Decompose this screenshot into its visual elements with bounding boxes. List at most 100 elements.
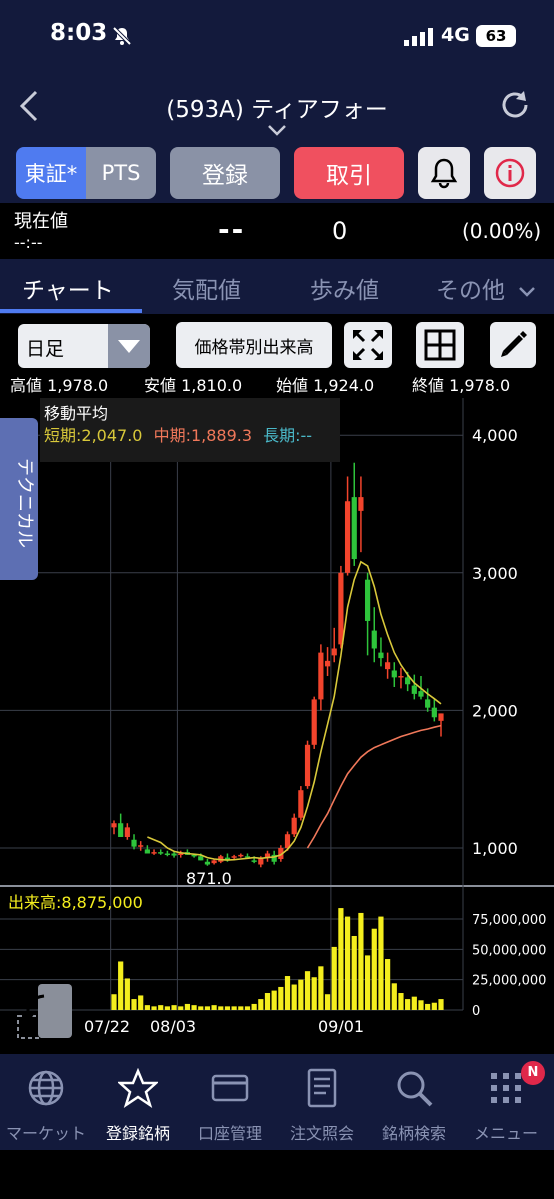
volume-bar (258, 999, 264, 1010)
nav-market[interactable]: マーケット (0, 1054, 92, 1150)
candle-body (324, 660, 331, 667)
card-icon (211, 1074, 249, 1102)
tab-chart[interactable]: チャート (22, 271, 114, 305)
candle-body (238, 854, 244, 857)
volume-bar (318, 966, 324, 1010)
volume-bar (371, 928, 377, 1010)
alert-button[interactable] (418, 147, 470, 199)
fullscreen-button[interactable] (344, 322, 392, 368)
volume-tick-label: 50,000,000 (472, 943, 546, 958)
tab-bar: チャート 気配値 歩み値 その他 (0, 259, 554, 314)
volume-bar (271, 990, 277, 1010)
volume-bar (198, 1006, 204, 1010)
volume-bar (284, 976, 291, 1010)
candle-body (138, 845, 144, 847)
candle-body (331, 648, 337, 656)
low-value: 安値 1,810.0 (144, 376, 243, 395)
volume-tick-label: 0 (472, 1004, 480, 1019)
candle-body (411, 685, 417, 694)
info-icon (495, 158, 525, 188)
volume-bar (364, 955, 371, 1010)
candle-body (431, 707, 437, 718)
ma-values: 短期:2,047.0 中期:1,889.3 長期:-- (44, 422, 312, 446)
nav-watchlist[interactable]: 登録銘柄 (92, 1054, 184, 1150)
open-value: 始値 1,924.0 (276, 376, 375, 395)
nav-market-label: マーケット (5, 1124, 86, 1143)
volume-bar (191, 1005, 197, 1010)
ma-mid-line (306, 724, 442, 849)
nav-orders[interactable]: 注文照会 (276, 1054, 368, 1150)
candle-body (171, 853, 177, 856)
volume-bar (224, 1006, 231, 1010)
volume-profile-button[interactable]: 価格帯別出来高 (176, 322, 332, 368)
tab-other[interactable]: その他 (436, 271, 536, 305)
nav-search[interactable]: 銘柄検索 (368, 1054, 460, 1150)
chart-toolbar: 日足 価格帯別出来高 高値 1,978.0 安値 1,810.0 始値 1,92… (0, 314, 554, 398)
volume-bar (158, 1005, 164, 1010)
menu-dots-icon (491, 1073, 521, 1103)
price-chart[interactable]: 4,000 3,000 2,000 1,000 871.0 75,000,000 50,00… (0, 398, 554, 1054)
candle-body (438, 713, 444, 721)
candle-body (371, 630, 377, 649)
draw-button[interactable] (490, 322, 536, 368)
volume-bar (251, 1003, 257, 1010)
price-tick-label: 2,000 (472, 701, 518, 720)
volume-bar (278, 986, 284, 1010)
candle-body (124, 827, 130, 837)
nav-account[interactable]: 口座管理 (184, 1054, 276, 1150)
search-icon (397, 1071, 433, 1107)
volume-bar (311, 977, 317, 1010)
date-tick-label: 07/22 (84, 1017, 130, 1036)
volume-bar (238, 1006, 244, 1010)
high-value: 高値 1,978.0 (10, 376, 109, 395)
candle-body (385, 662, 391, 670)
volume-tick-label: 25,000,000 (472, 974, 546, 989)
candle-body (158, 852, 164, 854)
nav-bar: (593A) ティアフォー (0, 70, 554, 145)
candle-body (304, 744, 311, 787)
volume-bar (411, 996, 417, 1010)
price-volume: 0 (332, 217, 348, 245)
scroll-back-icon[interactable] (14, 982, 74, 1042)
period-select[interactable]: 日足 (18, 324, 150, 368)
tse-button[interactable]: 東証* (16, 147, 86, 199)
candle-body (131, 839, 137, 847)
tab-quotes[interactable]: 気配値 (172, 271, 241, 305)
action-bar: 東証* PTS 登録 取引 (0, 145, 554, 203)
date-tick-label: 09/01 (318, 1017, 364, 1036)
volume-bar (204, 1006, 211, 1010)
technical-tab-label-box: テクニカル (14, 458, 35, 548)
refresh-icon[interactable] (498, 88, 532, 122)
candle-body (364, 579, 371, 621)
network-type: 4G (441, 24, 470, 46)
trade-button[interactable]: 取引 (294, 147, 404, 199)
technical-tab[interactable]: テクニカル (0, 418, 38, 580)
date-tick-label: 08/03 (150, 1017, 196, 1036)
back-icon[interactable] (14, 88, 44, 124)
volume-bar (378, 916, 384, 1010)
current-price: -- (218, 213, 246, 246)
register-button[interactable]: 登録 (170, 147, 280, 199)
candle-body (144, 849, 150, 854)
volume-bar (164, 1006, 170, 1010)
stock-title[interactable]: (593A) ティアフォー (100, 90, 454, 124)
volume-bar (291, 984, 297, 1010)
volume-bar (231, 1006, 237, 1010)
tab-other-label: その他 (436, 278, 505, 304)
info-button[interactable] (484, 147, 536, 199)
chart-area[interactable]: 4,000 3,000 2,000 1,000 871.0 75,000,000 50,00… (0, 398, 554, 1054)
volume-bar (138, 995, 144, 1010)
candle-body (398, 676, 404, 678)
tab-ticks[interactable]: 歩み値 (310, 271, 379, 305)
bell-off-icon (112, 26, 132, 46)
volume-bar (151, 1006, 157, 1010)
chevron-down-icon[interactable] (267, 124, 287, 136)
volume-bar (304, 971, 311, 1010)
volume-bar (385, 959, 391, 1010)
candle-body (211, 860, 217, 864)
layout-button[interactable] (416, 322, 464, 368)
volume-bar (178, 1006, 184, 1010)
volume-bar (425, 1003, 431, 1010)
candle-body (231, 856, 237, 858)
pts-button[interactable]: PTS (86, 147, 156, 199)
